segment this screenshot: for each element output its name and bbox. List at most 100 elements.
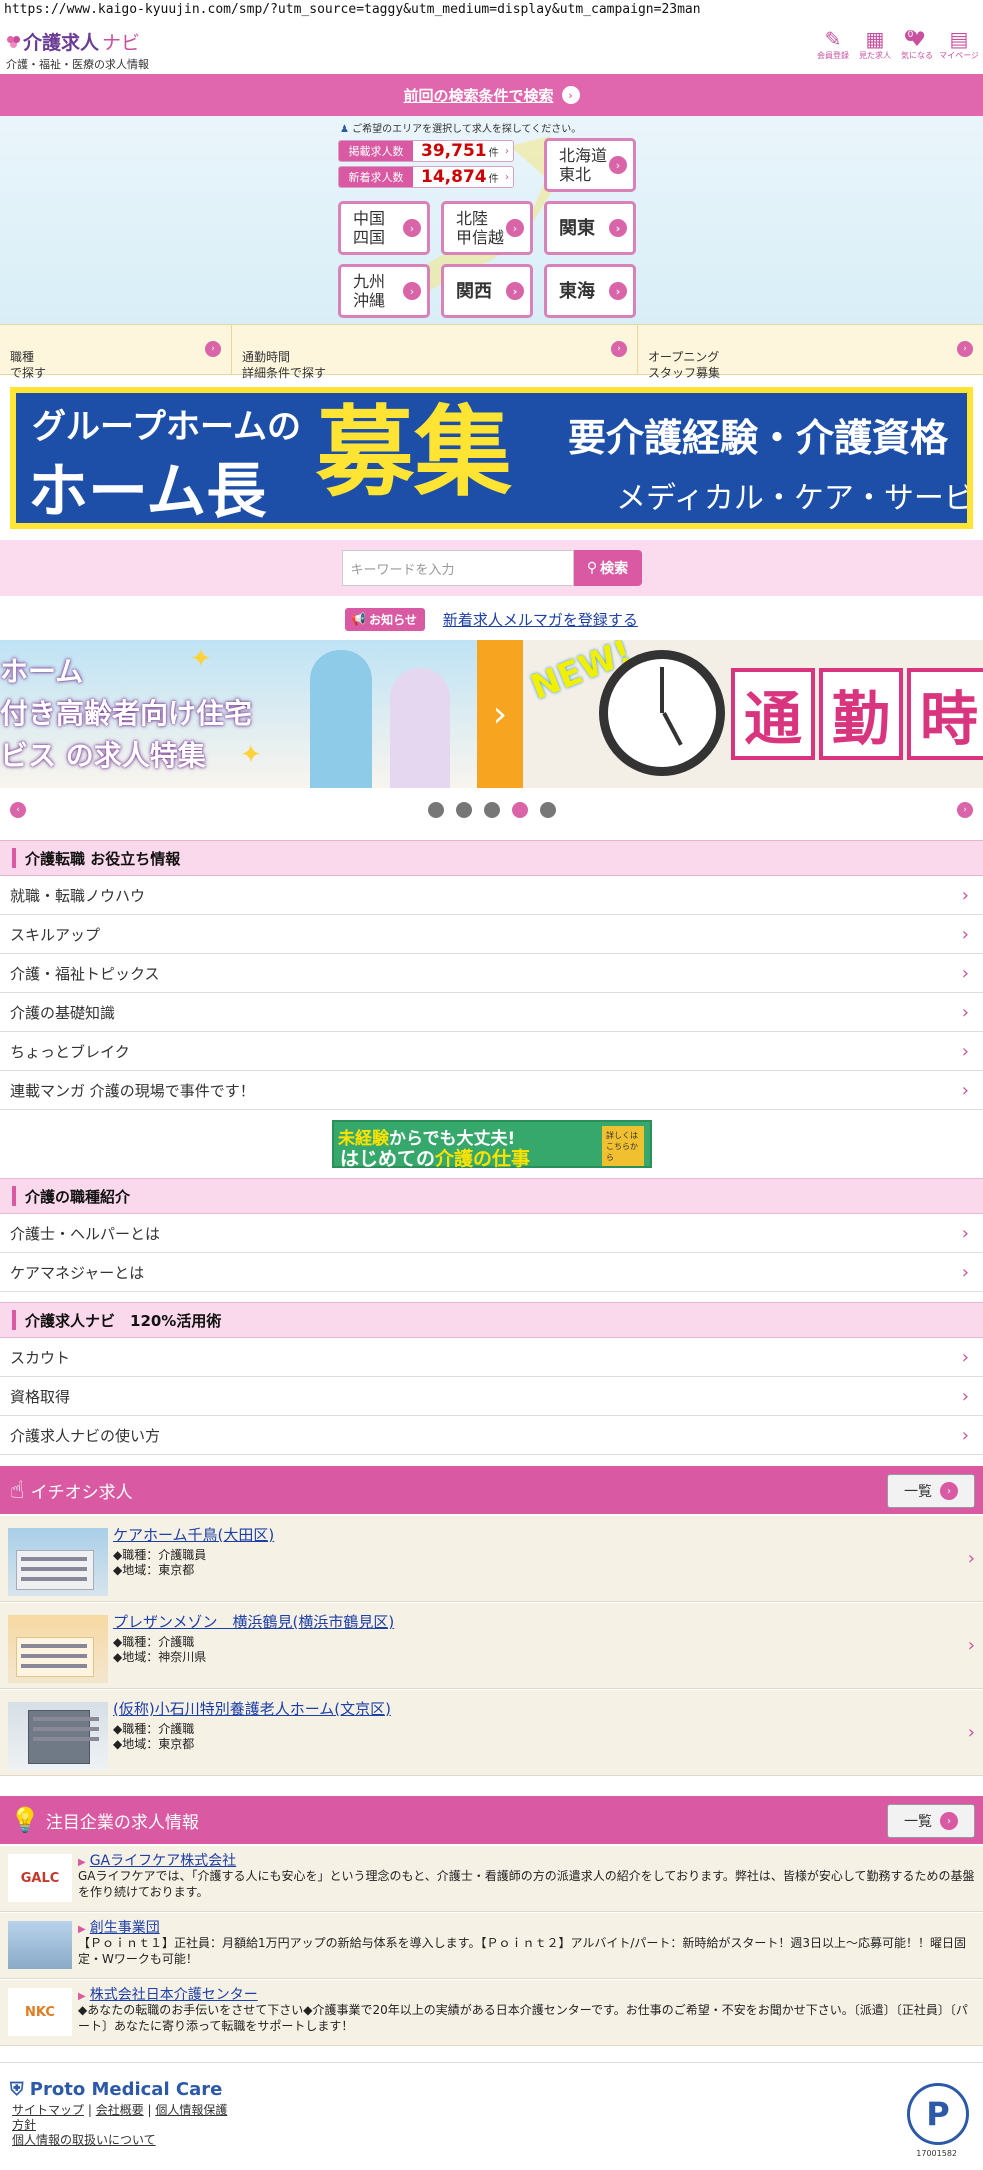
job-row[interactable]: ケアホーム千鳥(大田区) ◆職種：介護職員 ◆地域：東京都 ›: [0, 1516, 983, 1602]
banner-line2: ホーム長: [28, 457, 267, 523]
list-item-job-intro[interactable]: 介護士・ヘルパーとは ›: [0, 1214, 983, 1253]
home-manager-recruit-banner[interactable]: グループホームの ホーム長 募集 要介護経験・介護資格 メディカル・ケア・サービ…: [10, 387, 973, 529]
list-item-tips[interactable]: 連載マンガ 介護の現場で事件です！ ›: [0, 1071, 983, 1110]
favorites-label: 気になる: [901, 51, 933, 60]
companies-more-button[interactable]: 一覧 ›: [887, 1804, 975, 1838]
list-item-usage[interactable]: 資格取得 ›: [0, 1377, 983, 1416]
chevron-right-icon: ›: [967, 1635, 975, 1656]
job-row[interactable]: プレザンメゾン 横浜鶴見(横浜市鶴見区) ◆職種：介護職 ◆地域：神奈川県 ›: [0, 1603, 983, 1689]
chevron-right-icon: ›: [961, 1386, 969, 1407]
footer-link-policy[interactable]: 方針: [12, 2118, 36, 2132]
region-kyushu-okinawa[interactable]: 九州 沖縄 ›: [338, 264, 430, 318]
kanji-char: 時: [907, 668, 983, 760]
carousel-slide-commute[interactable]: NEW! 通 勤 時: [523, 640, 983, 788]
region-label: 関西: [456, 280, 492, 302]
footer-link-privacy[interactable]: 個人情報保護: [155, 2103, 227, 2117]
carousel-dot[interactable]: [483, 802, 500, 818]
job-row[interactable]: (仮称)小石川特別養護老人ホーム(文京区) ◆職種：介護職 ◆地域：東京都 ›: [0, 1690, 983, 1776]
sparkle-icon: ✦: [240, 740, 262, 770]
url-bar[interactable]: https://www.kaigo-kyuujin.com/smp/?utm_s…: [0, 0, 983, 22]
search-by-commute-button[interactable]: 通勤時間 詳細条件で探す ›: [232, 325, 638, 380]
company-name-link[interactable]: GAライフケア株式会社: [78, 1850, 236, 1870]
carousel-prev-icon[interactable]: ‹: [10, 802, 26, 818]
area-search-map: ♟ ご希望のエリアを選択して求人を探してください。 掲載求人数 39,751 件 …: [0, 116, 983, 324]
carousel-slide-housing[interactable]: ✦ ✦ ホーム 付き高齢者向け住宅 ビス の求人特集: [0, 640, 477, 788]
list-item-label: スカウト: [10, 1348, 71, 1367]
footer-brand[interactable]: ⛨ Proto Medical Care: [10, 2079, 222, 2100]
chevron-right-icon: ›: [961, 924, 969, 945]
list-item-tips[interactable]: 介護の基礎知識 ›: [0, 993, 983, 1032]
staff-photo-female: [390, 668, 450, 788]
company-name-link[interactable]: 株式会社日本介護センター: [78, 1984, 258, 2004]
search-button[interactable]: ⚲ 検索: [573, 550, 642, 586]
list-item-usage[interactable]: スカウト ›: [0, 1338, 983, 1377]
new-count-badge[interactable]: 新着求人数 14,874 件 ›: [338, 166, 514, 188]
beginner-banner[interactable]: 未経験からでも大丈夫! はじめての介護の仕事 詳しくはこちらから: [332, 1120, 652, 1170]
carousel-next-arrow-icon[interactable]: ›: [477, 640, 523, 788]
person-pin-icon: ♟: [340, 124, 349, 135]
keyword-input[interactable]: キーワードを入力: [341, 550, 574, 586]
banner-company: メディカル・ケア・サービス: [616, 481, 967, 516]
job-title-link[interactable]: ケアホーム千鳥(大田区): [113, 1524, 274, 1545]
footer-link-personal-info[interactable]: 個人情報の取扱いについて: [12, 2133, 156, 2147]
slide-line3: ビス の求人特集: [0, 739, 206, 772]
carousel-dot[interactable]: [455, 802, 472, 818]
region-kansai[interactable]: 関西 ›: [441, 264, 533, 318]
region-label: 北陸 甲信越: [456, 209, 505, 247]
register-button[interactable]: ✎ 会員登録: [813, 28, 853, 68]
banner2-side: 詳しくはこちらから: [602, 1126, 644, 1166]
banner2-line2-highlight: 介護の仕事: [435, 1148, 531, 1170]
slide-line2: 付き高齢者向け住宅: [0, 697, 253, 730]
notice-badge-label: お知らせ: [369, 612, 417, 627]
job-area: ◆地域：東京都: [113, 1737, 195, 1751]
carousel-next-icon[interactable]: ›: [957, 802, 973, 818]
arrow-right-icon: ›: [609, 156, 627, 174]
footer-link-company[interactable]: 会社概要: [96, 2103, 144, 2117]
commute-kanji: 通 勤 時: [731, 668, 983, 760]
viewed-jobs-button[interactable]: ▦ 見た求人: [855, 28, 895, 68]
list-item-label: ちょっとブレイク: [10, 1042, 130, 1061]
job-type: ◆職種：介護職: [113, 1635, 195, 1649]
list-item-tips[interactable]: 介護・福祉トピックス ›: [0, 954, 983, 993]
newsletter-link[interactable]: 新着求人メルマガを登録する: [443, 609, 638, 630]
job-title-link[interactable]: プレザンメゾン 横浜鶴見(横浜市鶴見区): [113, 1611, 394, 1632]
viewed-jobs-label: 見た求人: [859, 51, 891, 60]
section-title-job-intro: 介護の職種紹介: [0, 1178, 983, 1214]
region-hokuriku-koshinetsu[interactable]: 北陸 甲信越 ›: [441, 201, 533, 255]
mypage-button[interactable]: ▤ マイページ: [939, 28, 979, 68]
region-kanto[interactable]: 関東 ›: [544, 201, 636, 255]
carousel-dot[interactable]: [539, 802, 556, 818]
footer-link-sitemap[interactable]: サイトマップ: [12, 2103, 84, 2117]
kanji-char: 通: [731, 668, 815, 760]
carousel-dot-active[interactable]: [511, 802, 528, 818]
company-row[interactable]: GALC GAライフケア株式会社 GAライフケアでは、「介護する人にも安心を」と…: [0, 1846, 983, 1912]
region-tokai[interactable]: 東海 ›: [544, 264, 636, 318]
list-item-tips[interactable]: 就職・転職ノウハウ ›: [0, 876, 983, 915]
job-type: ◆職種：介護職員: [113, 1548, 207, 1562]
company-row[interactable]: 創生事業団 【Ｐｏｉｎｔ１】正社員：月額給1万円アップの新給与体系を導入します。…: [0, 1913, 983, 1979]
banner-line1: グループホームの: [32, 407, 301, 447]
favorites-button[interactable]: ♥ 0 気になる: [897, 28, 937, 68]
listed-count-badge[interactable]: 掲載求人数 39,751 件 ›: [338, 140, 514, 162]
list-item-tips[interactable]: スキルアップ ›: [0, 915, 983, 954]
arrow-right-icon: ›: [609, 282, 627, 300]
job-title-link[interactable]: (仮称)小石川特別養護老人ホーム(文京区): [113, 1698, 391, 1719]
company-row[interactable]: NKC 株式会社日本介護センター ◆あなたの転職のお手伝いをさせて下さい◆介護事…: [0, 1980, 983, 2046]
carousel-pagination: ‹ ›: [0, 794, 983, 826]
arrow-right-icon: ›: [940, 1812, 958, 1830]
site-logo[interactable]: 介護求人 ナビ 介護・福祉・医療の求人情報: [6, 28, 149, 72]
search-by-commute-label: 通勤時間 詳細条件で探す: [242, 350, 327, 380]
list-item-tips[interactable]: ちょっとブレイク ›: [0, 1032, 983, 1071]
opening-staff-button[interactable]: オープニング スタッフ募集 ›: [638, 325, 983, 380]
region-chugoku-shikoku[interactable]: 中国 四国 ›: [338, 201, 430, 255]
feature-carousel[interactable]: ✦ ✦ ホーム 付き高齢者向け住宅 ビス の求人特集 › NEW! 通 勤 時: [0, 640, 983, 788]
search-by-job-button[interactable]: 職種 で探す ›: [0, 325, 232, 380]
recommended-more-button[interactable]: 一覧 ›: [887, 1474, 975, 1508]
company-name-link[interactable]: 創生事業団: [78, 1917, 160, 1937]
region-hokkaido-tohoku[interactable]: 北海道 東北 ›: [544, 138, 636, 192]
list-item-usage[interactable]: 介護求人ナビの使い方 ›: [0, 1416, 983, 1455]
carousel-dot[interactable]: [427, 802, 444, 818]
list-item-label: 連載マンガ 介護の現場で事件です！: [10, 1081, 255, 1100]
previous-search-button[interactable]: 前回の検索条件で検索 ›: [0, 74, 983, 116]
list-item-job-intro[interactable]: ケアマネジャーとは ›: [0, 1253, 983, 1292]
